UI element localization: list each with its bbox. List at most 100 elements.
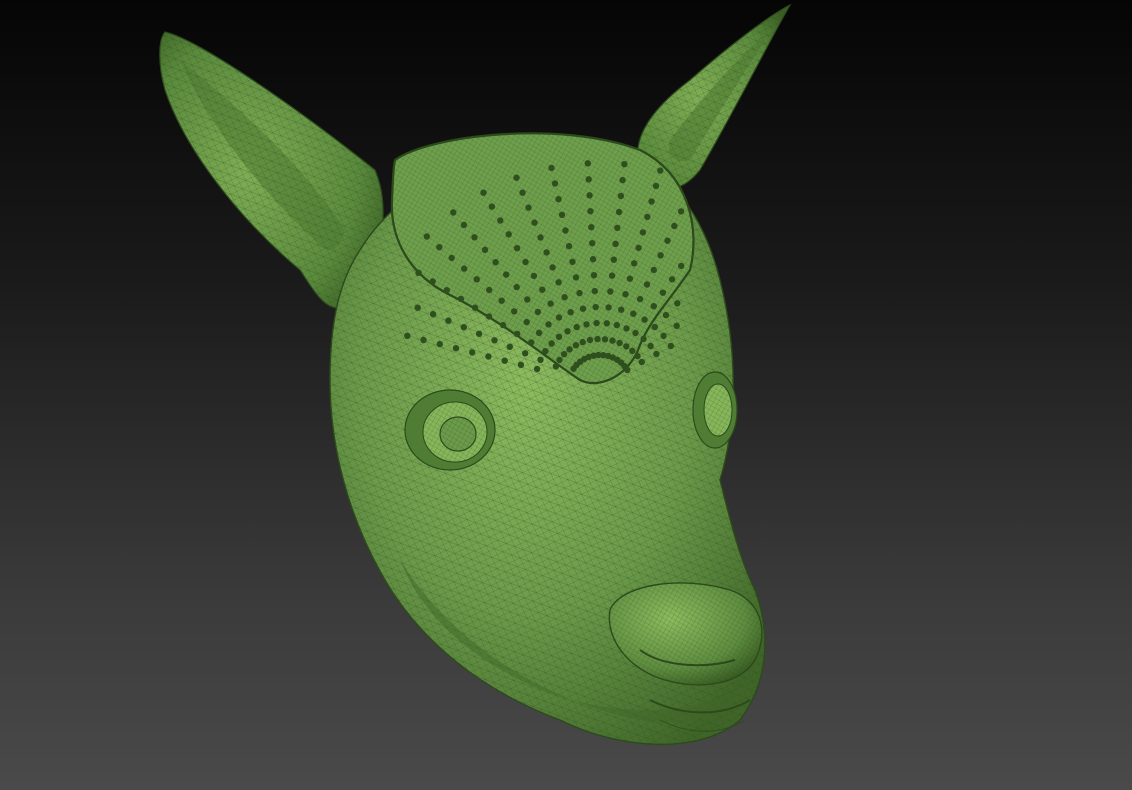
plate-stud (634, 352, 641, 360)
plate-stud (590, 272, 598, 279)
plate-stud (486, 286, 493, 294)
plate-stud (668, 276, 676, 283)
plate-stud (561, 294, 568, 301)
plate-stud (589, 240, 596, 247)
plate-stud (623, 343, 630, 350)
plate-stud (469, 349, 476, 356)
plate-stud (584, 160, 591, 167)
plate-stud (535, 329, 543, 336)
plate-stud (448, 254, 455, 262)
plate-stud (415, 269, 422, 276)
plate-stud (589, 256, 597, 263)
plate-stud (664, 237, 671, 244)
plate-stud (657, 252, 664, 259)
plate-stud (505, 231, 512, 238)
plate-stud (623, 325, 630, 332)
plate-stud (650, 266, 657, 274)
plate-stud (662, 311, 670, 319)
plate-stud (560, 351, 568, 358)
plate-stud (547, 300, 554, 307)
plate-stud (565, 242, 573, 250)
plate-stud (537, 234, 544, 241)
right-ear (636, 3, 792, 190)
plate-stud (555, 314, 563, 321)
plate-stud (610, 256, 617, 263)
plate-stud (436, 340, 443, 348)
deer-head-model[interactable] (0, 0, 1132, 790)
plate-stud (480, 189, 487, 196)
plate-stud (452, 345, 460, 352)
plate-stud (530, 272, 538, 280)
plate-stud (475, 330, 483, 337)
plate-stud (659, 289, 667, 296)
plate-stud (629, 347, 636, 354)
plate-stud (616, 339, 623, 347)
plate-stud (647, 342, 654, 350)
plate-stud (429, 311, 437, 318)
plate-stud (473, 276, 480, 283)
plate-stud (542, 348, 549, 355)
plate-stud (660, 332, 667, 340)
plate-stud (591, 287, 598, 295)
plate-stud (640, 335, 647, 343)
plate-stud (555, 333, 563, 340)
plate-stud (555, 279, 562, 286)
plate-stud (624, 366, 631, 374)
plate-stud (423, 233, 430, 240)
plate-stud (471, 304, 479, 311)
plate-stud (491, 337, 498, 344)
plate-stud (523, 318, 530, 326)
plate-stud (630, 310, 637, 317)
plate-stud (545, 321, 552, 328)
right-eye (692, 371, 738, 449)
plate-stud (481, 246, 489, 253)
plate-stud (643, 281, 651, 288)
plate-stud (511, 308, 518, 315)
plate-stud (639, 229, 647, 236)
plate-stud (619, 176, 626, 184)
plate-stud (671, 222, 678, 230)
plate-stud (579, 305, 587, 312)
plate-stud (513, 174, 520, 181)
plate-stud (555, 196, 562, 203)
plate-stud (650, 303, 657, 310)
plate-stud (586, 192, 593, 199)
plate-stud (586, 336, 594, 344)
plate-stud (548, 164, 555, 172)
plate-stud (673, 322, 680, 329)
plate-stud (519, 189, 526, 196)
plate-stud (492, 259, 499, 266)
plate-stud (626, 275, 634, 282)
plate-stud (572, 342, 580, 349)
plate-stud (569, 258, 576, 265)
plate-stud (485, 353, 492, 360)
plate-stud (549, 264, 556, 271)
plate-stud (533, 365, 541, 373)
plate-stud (534, 308, 542, 316)
plate-stud (677, 208, 685, 215)
plate-stud (594, 335, 601, 343)
plate-stud (528, 339, 535, 346)
plate-stud (657, 167, 664, 174)
plate-stud (499, 321, 507, 329)
plate-stud (635, 244, 642, 251)
plate-stud (592, 303, 599, 311)
plate-stud (593, 319, 600, 327)
plate-stud (572, 274, 580, 281)
left-ear (159, 31, 384, 309)
plate-stud (471, 234, 478, 241)
plate-stud (404, 332, 411, 339)
plate-stud (618, 306, 625, 313)
plate-stud (648, 198, 655, 205)
plate-stud (652, 182, 660, 190)
plate-stud (514, 330, 521, 337)
plate-stud (450, 209, 457, 216)
plate-stud (522, 350, 529, 357)
plate-stud (460, 221, 468, 229)
plate-stud (537, 356, 544, 363)
plate-stud (585, 176, 592, 183)
plate-stud (567, 309, 574, 316)
plate-stud (573, 323, 580, 331)
plate-stud (564, 328, 571, 335)
3d-viewport[interactable] (0, 0, 1132, 790)
